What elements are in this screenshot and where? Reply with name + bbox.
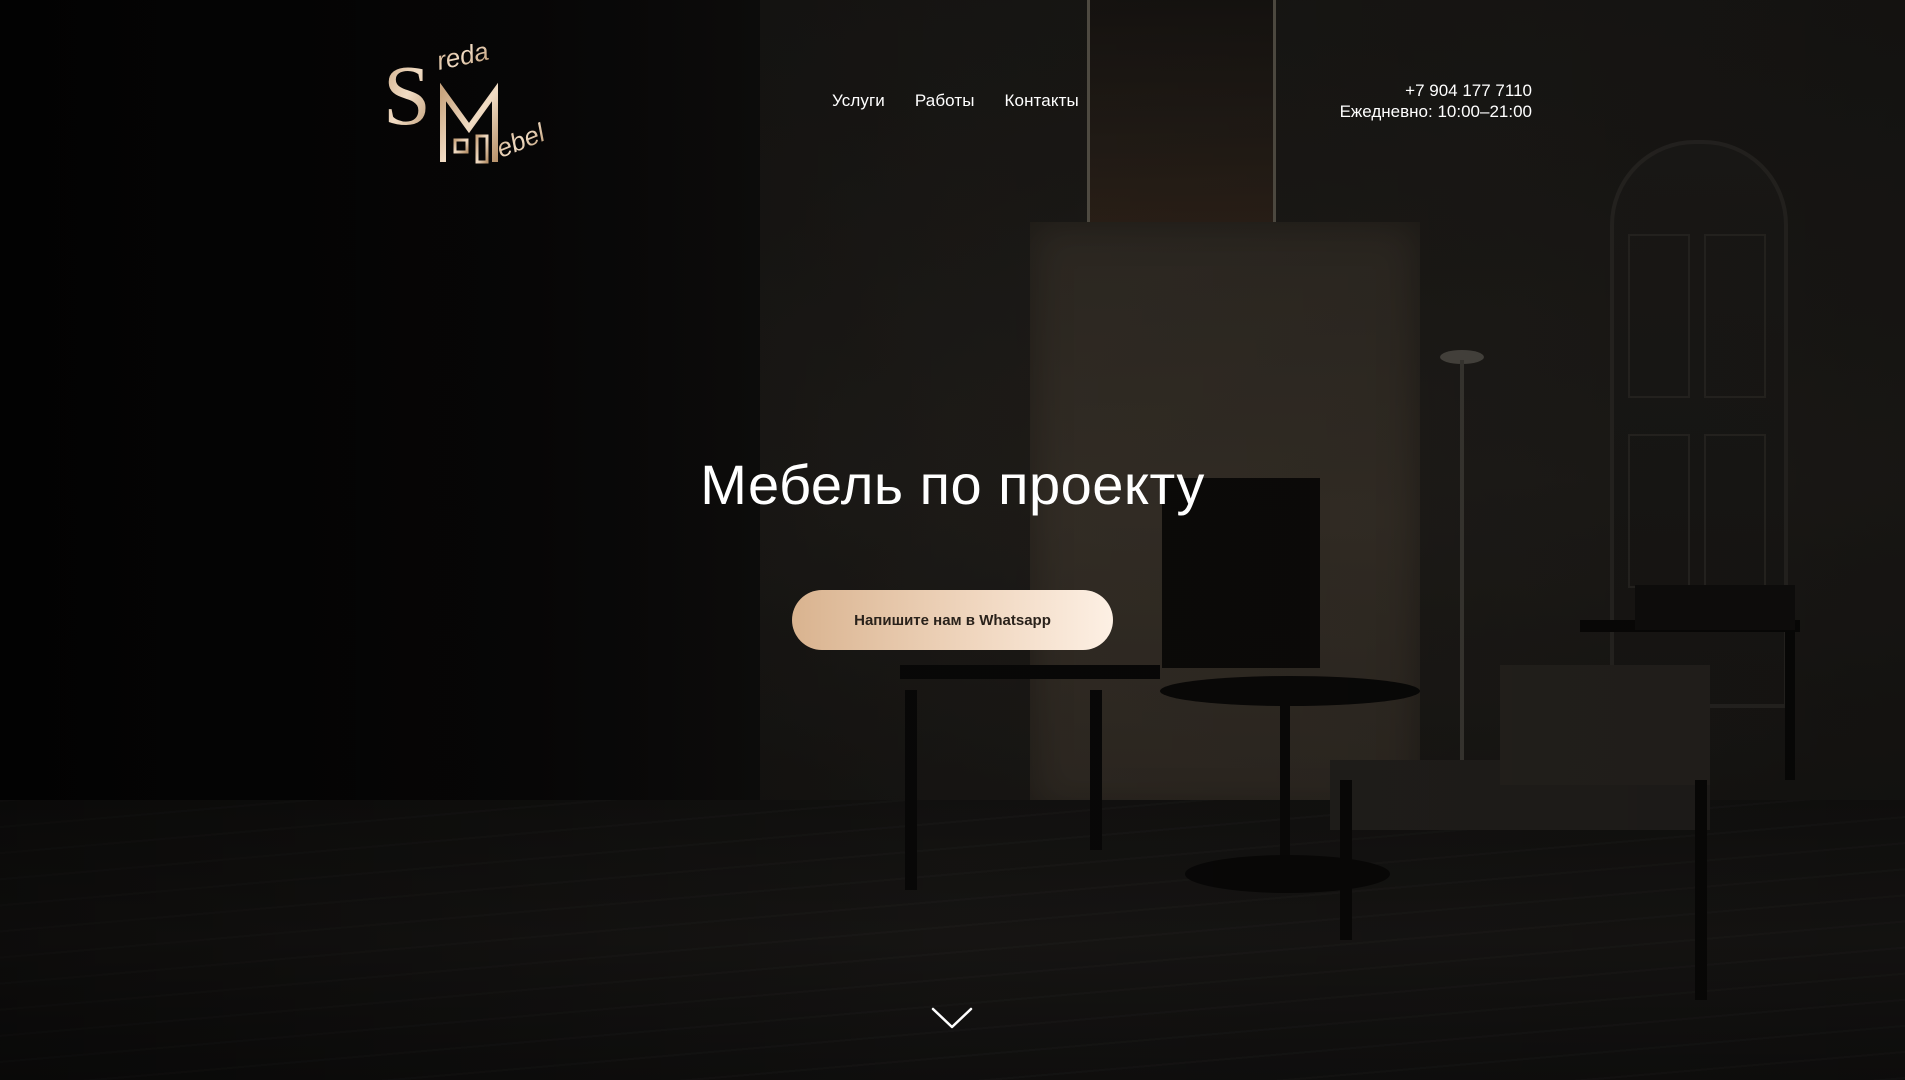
logo-letter-s: S <box>383 47 431 143</box>
hero-title: Мебель по проекту <box>700 453 1205 516</box>
working-hours: Ежедневно: 10:00–21:00 <box>1339 102 1532 121</box>
chevron-down-icon[interactable] <box>931 1006 973 1030</box>
nav-item-services[interactable]: Услуги <box>832 91 885 111</box>
logo-word-bottom: ebel <box>492 117 550 164</box>
logo-word-top: reda <box>434 44 491 76</box>
nav-item-contacts[interactable]: Контакты <box>1005 91 1079 111</box>
dark-overlay <box>0 0 1905 1080</box>
whatsapp-button[interactable]: Напишите нам в Whatsapp <box>792 590 1113 650</box>
main-nav: Услуги Работы Контакты <box>832 91 1079 111</box>
background-photo <box>0 0 1905 1080</box>
nav-item-works[interactable]: Работы <box>915 91 975 111</box>
hero-section: S reda ebel Услуги Работы Контакты +7 90… <box>0 0 1905 1080</box>
logo-letter-m <box>433 82 507 164</box>
logo[interactable]: S reda ebel <box>383 44 563 164</box>
phone-link[interactable]: +7 904 177 7110 <box>1405 81 1532 100</box>
header-contact: +7 904 177 7110 Ежедневно: 10:00–21:00 <box>1340 80 1532 122</box>
